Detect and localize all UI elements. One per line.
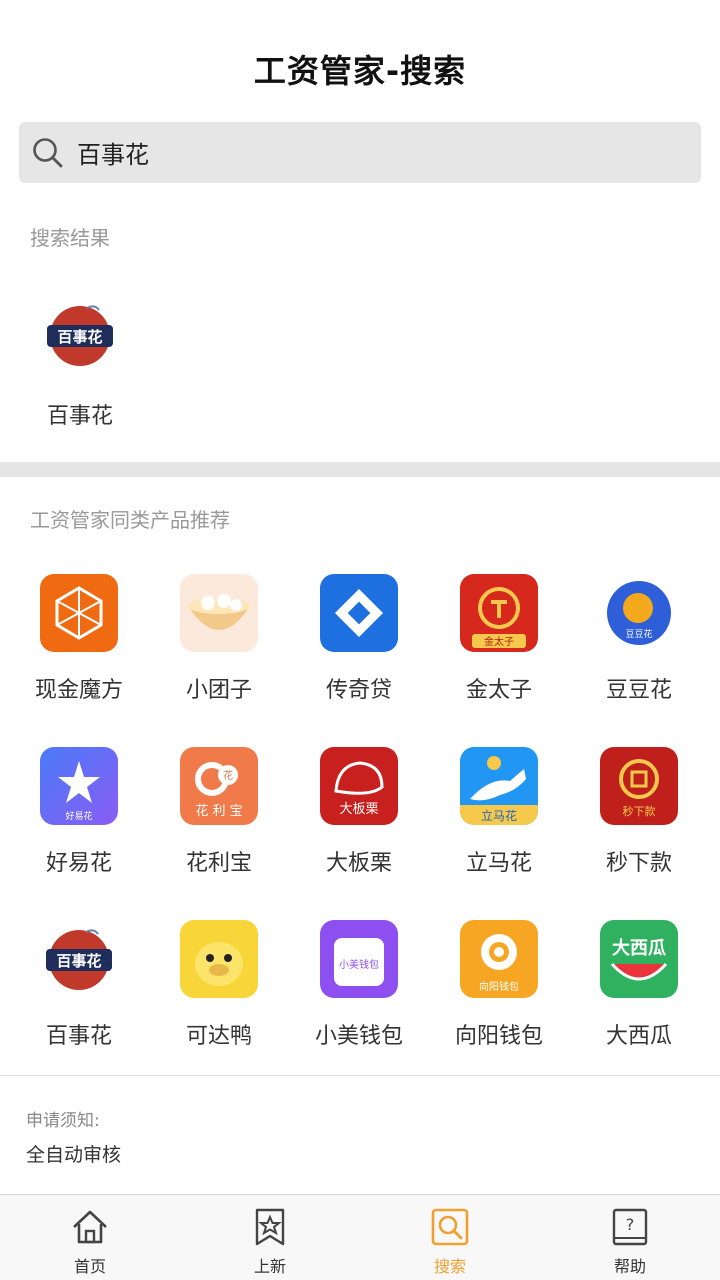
svg-text:百事花: 百事花	[56, 952, 101, 970]
svg-text:立马花: 立马花	[481, 808, 517, 823]
tab-new[interactable]: 上新	[180, 1195, 360, 1280]
grid-item-label: 小美钱包	[314, 1024, 403, 1049]
grid-item-label: 立马花	[465, 851, 532, 876]
grid-item-label: 百事花	[45, 1024, 112, 1049]
dumpling-bowl-logo-icon	[180, 574, 258, 652]
chestnut-logo-icon: 大板栗	[320, 747, 398, 825]
grid-item-label: 传奇贷	[325, 678, 392, 703]
grid-item-label: 小团子	[185, 678, 252, 703]
home-icon	[73, 1210, 107, 1244]
notice-text: 全自动审核	[26, 1144, 122, 1166]
blue-diamond-logo-icon	[320, 574, 398, 652]
cube-logo-icon	[40, 574, 118, 652]
grid-item-miaoxiakuan[interactable]: 秒下款 秒下款	[569, 747, 709, 920]
grid-row: 百事花 百事花 可达鸭 小美钱包 小美钱包 向阳钱包 向阳钱包 大西瓜 大西瓜	[0, 920, 720, 1093]
horse-logo-icon: 立马花	[460, 747, 538, 825]
svg-text:花: 花	[223, 769, 233, 782]
grid-item-label: 豆豆花	[605, 678, 672, 703]
grid-row: 现金魔方 小团子 传奇贷 金太子 金太子 豆豆花 豆豆花	[0, 574, 720, 747]
tab-label: 帮助	[613, 1257, 646, 1276]
recommend-label: 工资管家同类产品推荐	[30, 508, 230, 532]
svg-text:?: ?	[626, 1215, 635, 1234]
grid-item-xianjinmofang[interactable]: 现金魔方	[9, 574, 149, 747]
baishihua-logo-icon: 百事花	[41, 296, 119, 374]
red-coin-logo-icon: 秒下款	[600, 747, 678, 825]
grid-item-xiaotuanzi[interactable]: 小团子	[149, 574, 289, 747]
grid-item-label: 花利宝	[185, 851, 252, 876]
search-results-label: 搜索结果	[30, 226, 110, 250]
grid-item-kedaya[interactable]: 可达鸭	[149, 920, 289, 1093]
star-swirl-logo-icon: 好易花	[40, 747, 118, 825]
duck-logo-icon	[180, 920, 258, 998]
grid-item-daxigua[interactable]: 大西瓜 大西瓜	[569, 920, 709, 1093]
page-title: 工资管家-搜索	[253, 52, 467, 90]
svg-text:好易花: 好易花	[65, 810, 92, 822]
grid-item-limahua[interactable]: 立马花 立马花	[429, 747, 569, 920]
sunflower-logo-icon: 向阳钱包	[460, 920, 538, 998]
svg-text:豆豆花: 豆豆花	[625, 628, 652, 640]
recommend-grid: 现金魔方 小团子 传奇贷 金太子 金太子 豆豆花 豆豆花 好易花 好易花 花 花…	[0, 574, 720, 1093]
svg-text:大板栗: 大板栗	[339, 802, 378, 817]
grid-item-xiaomeiqianbao[interactable]: 小美钱包 小美钱包	[289, 920, 429, 1093]
baishihua-logo-icon: 百事花	[40, 920, 118, 998]
grid-item-label: 向阳钱包	[454, 1024, 543, 1049]
search-icon	[33, 137, 63, 167]
grid-item-baishihua[interactable]: 百事花 百事花	[9, 920, 149, 1093]
grid-item-label: 好易花	[45, 851, 112, 876]
search-input[interactable]	[77, 138, 637, 167]
svg-text:小美钱包: 小美钱包	[339, 958, 379, 971]
grid-row: 好易花 好易花 花 花 利 宝 花利宝 大板栗 大板栗 立马花 立马花 秒下款 …	[0, 747, 720, 920]
grid-item-xiangyangqianbao[interactable]: 向阳钱包 向阳钱包	[429, 920, 569, 1093]
search-bar[interactable]	[19, 122, 701, 183]
svg-text:金太子: 金太子	[484, 635, 514, 648]
bottom-tab-bar: 首页 上新 搜索 ? 帮助	[0, 1194, 720, 1280]
grid-item-label: 可达鸭	[185, 1024, 252, 1049]
section-divider	[0, 462, 720, 477]
svg-text:百事花: 百事花	[57, 328, 102, 346]
page-header: 工资管家-搜索	[0, 0, 720, 112]
svg-text:花 利 宝: 花 利 宝	[195, 803, 242, 819]
tab-label: 搜索	[433, 1257, 466, 1276]
grid-item-hualibao[interactable]: 花 花 利 宝 花利宝	[149, 747, 289, 920]
tab-label: 上新	[253, 1257, 286, 1276]
flower-coin-logo-icon: 花 花 利 宝	[180, 747, 258, 825]
grid-item-label: 大西瓜	[605, 1024, 672, 1049]
notice-title: 申请须知:	[26, 1111, 100, 1131]
star-bookmark-icon	[255, 1208, 285, 1246]
tab-search[interactable]: 搜索	[360, 1195, 540, 1280]
svg-text:大西瓜: 大西瓜	[612, 937, 666, 959]
grid-item-label: 秒下款	[605, 851, 672, 876]
notice-divider	[0, 1075, 720, 1076]
grid-item-chuanqidai[interactable]: 传奇贷	[289, 574, 429, 747]
grid-item-doudouhua[interactable]: 豆豆花 豆豆花	[569, 574, 709, 747]
grid-item-label: 大板栗	[325, 851, 392, 876]
help-icon: ?	[612, 1208, 648, 1246]
result-item-baishihua[interactable]: 百事花 百事花	[40, 296, 120, 430]
purple-bag-logo-icon: 小美钱包	[320, 920, 398, 998]
grid-item-jintaizi[interactable]: 金太子 金太子	[429, 574, 569, 747]
gold-coin-logo-icon: 金太子	[460, 574, 538, 652]
grid-item-label: 现金魔方	[34, 678, 123, 703]
watermelon-logo-icon: 大西瓜	[600, 920, 678, 998]
tab-home[interactable]: 首页	[0, 1195, 180, 1280]
grid-item-haoyihua[interactable]: 好易花 好易花	[9, 747, 149, 920]
svg-text:向阳钱包: 向阳钱包	[479, 980, 519, 993]
tab-help[interactable]: ? 帮助	[540, 1195, 720, 1280]
search-icon	[431, 1208, 469, 1246]
svg-text:秒下款: 秒下款	[623, 804, 656, 818]
orange-circle-logo-icon: 豆豆花	[600, 574, 678, 652]
grid-item-dabanli[interactable]: 大板栗 大板栗	[289, 747, 429, 920]
grid-item-label: 金太子	[465, 678, 532, 703]
result-item-label: 百事花	[46, 404, 113, 429]
tab-label: 首页	[73, 1257, 106, 1276]
